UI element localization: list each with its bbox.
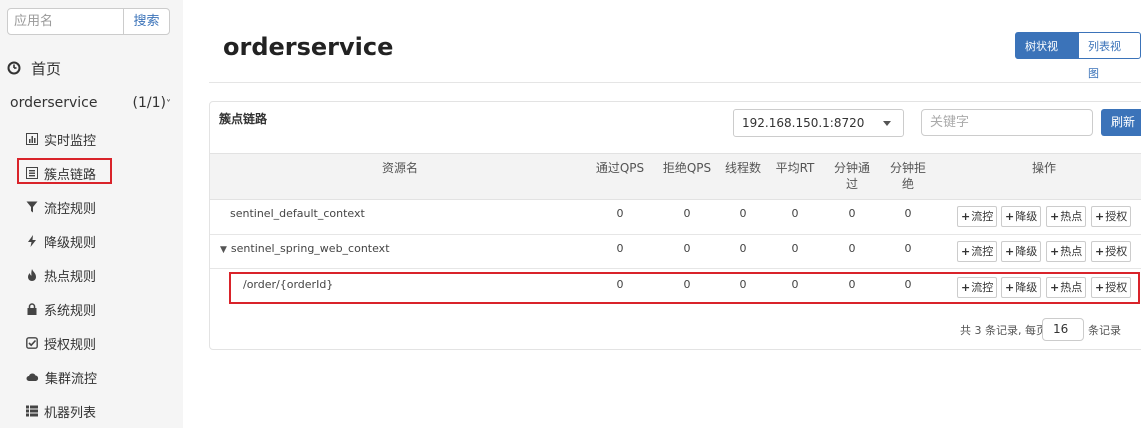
sidebar-item-system-rules[interactable]: 系统规则: [26, 299, 96, 319]
row-divider: [210, 234, 1141, 235]
sidebar-item-hot-rules[interactable]: 热点规则: [26, 265, 96, 285]
search-button[interactable]: 搜索: [123, 8, 170, 35]
sidebar-item-label: 集群流控: [45, 371, 98, 387]
sidebar-item-machines[interactable]: 机器列表: [26, 401, 96, 421]
flash-icon: [28, 235, 36, 247]
pager-total: 共 3 条记录, 每页: [960, 324, 1047, 337]
row-divider: [210, 268, 1141, 269]
sidebar-item-label: 机器列表: [44, 405, 97, 421]
app-name: orderservice: [10, 95, 98, 111]
app-search-placeholder: 应用名: [14, 14, 54, 29]
check-icon: [26, 337, 38, 349]
filter-icon: [26, 201, 38, 213]
lock-icon: [27, 303, 37, 315]
cell-pass-qps: 0: [616, 207, 624, 220]
auth-rule-button[interactable]: +授权: [1091, 241, 1132, 262]
keyword-placeholder: 关键字: [930, 115, 970, 130]
app-count: (1/1)˅: [132, 95, 171, 111]
table-row-resource: sentinel_default_context: [230, 207, 365, 220]
nav-home[interactable]: 首页: [7, 56, 61, 80]
cell-threads: 0: [739, 242, 747, 255]
sidebar-item-label: 热点规则: [44, 269, 97, 285]
plus-icon: +: [1095, 245, 1105, 258]
sidebar-item-label: 流控规则: [44, 201, 97, 217]
plus-icon: +: [1005, 210, 1015, 223]
highlight-annotation-menu: [17, 158, 112, 184]
cell-block-qps: 0: [683, 242, 691, 255]
cell-minute-block: 0: [904, 242, 912, 255]
col-avg-rt: 平均RT: [775, 161, 815, 175]
cell-pass-qps: 0: [616, 242, 624, 255]
keyword-input[interactable]: 关键字: [921, 109, 1093, 136]
machine-select-value: 192.168.150.1:8720: [742, 116, 865, 130]
sidebar-item-label: 实时监控: [44, 133, 97, 149]
col-ops: 操作: [1031, 161, 1056, 175]
cell-minute-pass: 0: [848, 207, 856, 220]
plus-icon: +: [961, 210, 971, 223]
plus-icon: +: [1050, 245, 1060, 258]
col-block-qps: 拒绝QPS: [662, 161, 712, 175]
page-size-input[interactable]: 16: [1042, 318, 1084, 341]
col-resource: 资源名: [381, 161, 418, 175]
highlight-annotation-row: [229, 272, 1140, 304]
page-title: orderservice: [223, 33, 394, 61]
tree-view-button[interactable]: 树状视图: [1015, 32, 1078, 80]
caret-down-icon: [883, 121, 891, 126]
app-selector[interactable]: orderservice (1/1)˅: [10, 95, 175, 111]
view-toggle: 树状视图 列表视图: [1015, 32, 1141, 80]
cell-avg-rt: 0: [791, 207, 799, 220]
flow-rule-button[interactable]: +流控: [957, 206, 998, 227]
fire-icon: [28, 269, 36, 281]
degrade-rule-button[interactable]: +降级: [1001, 206, 1042, 227]
plus-icon: +: [961, 245, 971, 258]
list-grid-icon: [26, 405, 38, 417]
plus-icon: +: [1095, 210, 1105, 223]
dashboard-icon: [7, 61, 21, 75]
flow-rule-button[interactable]: +流控: [957, 241, 998, 262]
sidebar-item-auth-rules[interactable]: 授权规则: [26, 333, 96, 353]
sidebar-item-realtime[interactable]: 实时监控: [26, 129, 96, 149]
table-row-resource: ▼ sentinel_spring_web_context: [220, 242, 390, 255]
nav-home-label: 首页: [31, 59, 62, 78]
cell-threads: 0: [739, 207, 747, 220]
plus-icon: +: [1005, 245, 1015, 258]
degrade-rule-button[interactable]: +降级: [1001, 241, 1042, 262]
sidebar-item-label: 降级规则: [44, 235, 97, 251]
cell-block-qps: 0: [683, 207, 691, 220]
bar-chart-icon: [26, 133, 38, 145]
title-divider: [209, 82, 1141, 83]
panel-title: 簇点链路: [219, 112, 268, 126]
plus-icon: +: [1050, 210, 1060, 223]
sidebar-item-label: 授权规则: [44, 337, 97, 353]
cell-avg-rt: 0: [791, 242, 799, 255]
col-threads: 线程数: [724, 161, 761, 175]
sidebar-item-cluster-flow[interactable]: 集群流控: [26, 367, 97, 387]
col-minute-block: 分钟拒绝: [889, 161, 926, 191]
refresh-button[interactable]: 刷新: [1101, 109, 1141, 136]
cell-minute-pass: 0: [848, 242, 856, 255]
sidebar: 应用名 搜索 首页 orderservice (1/1)˅ 实时监控 簇点链路 …: [0, 0, 183, 428]
pager-suffix: 条记录: [1088, 324, 1121, 337]
cell-minute-block: 0: [904, 207, 912, 220]
app-search-input[interactable]: 应用名: [7, 8, 124, 35]
col-minute-pass: 分钟通过: [833, 161, 870, 191]
machine-select[interactable]: 192.168.150.1:8720: [733, 109, 904, 137]
cloud-icon: [26, 373, 39, 381]
sidebar-item-degrade-rules[interactable]: 降级规则: [26, 231, 96, 251]
hot-rule-button[interactable]: +热点: [1046, 241, 1087, 262]
app-search: 应用名 搜索: [7, 8, 170, 35]
chevron-down-icon: ˅: [166, 99, 171, 110]
col-pass-qps: 通过QPS: [595, 161, 645, 175]
auth-rule-button[interactable]: +授权: [1091, 206, 1132, 227]
list-view-button[interactable]: 列表视图: [1078, 32, 1141, 80]
sidebar-item-label: 系统规则: [44, 303, 97, 319]
sidebar-item-flow-rules[interactable]: 流控规则: [26, 197, 96, 217]
caret-down-icon[interactable]: ▼: [220, 245, 227, 255]
hot-rule-button[interactable]: +热点: [1046, 206, 1087, 227]
